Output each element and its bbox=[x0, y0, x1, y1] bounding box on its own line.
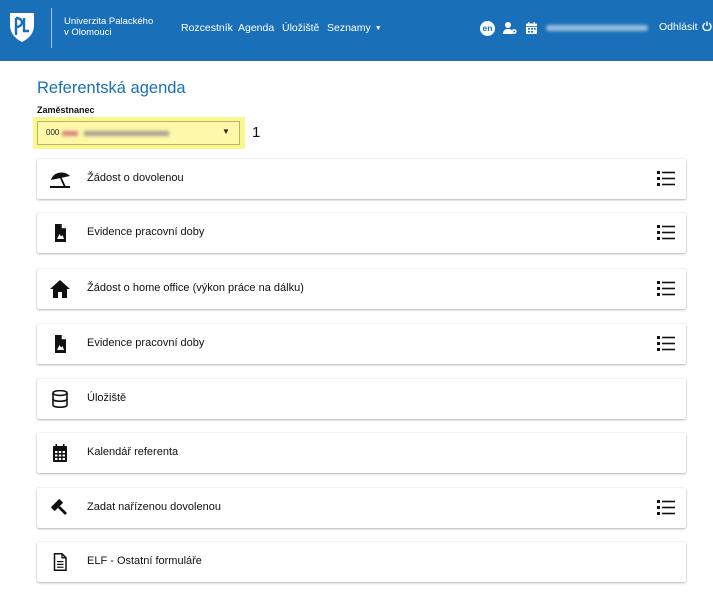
page-title: Referentská agenda bbox=[37, 79, 186, 97]
caret-down-icon: ▼ bbox=[222, 127, 230, 136]
card-label: Evidence pracovní doby bbox=[87, 226, 205, 238]
language-toggle[interactable]: en bbox=[480, 21, 495, 36]
card-label: Zadat nařízenou dovolenou bbox=[87, 501, 221, 513]
card-evidence-pracovni-doby-2[interactable]: Evidence pracovní doby bbox=[37, 324, 686, 364]
card-label: Kalendář referenta bbox=[87, 446, 179, 458]
file-text-icon bbox=[53, 553, 67, 571]
card-label: Úložiště bbox=[87, 392, 127, 404]
card-label: Žádost o dovolenou bbox=[87, 172, 184, 184]
university-name-line2: v Olomouci bbox=[64, 27, 112, 38]
logout-label: Odhlásit bbox=[659, 21, 698, 33]
database-icon bbox=[52, 390, 68, 408]
nav-rozcestnik[interactable]: Rozcestník bbox=[181, 22, 233, 34]
nav-seznamy-label: Seznamy bbox=[327, 22, 371, 34]
card-elf-ostatni-formulare[interactable]: ELF - Ostatní formuláře bbox=[37, 542, 686, 582]
logout-button[interactable]: Odhlásit bbox=[659, 21, 713, 33]
card-label: Evidence pracovní doby bbox=[87, 337, 205, 349]
annotation-number: 1 bbox=[252, 124, 261, 141]
employee-name-redacted bbox=[84, 131, 169, 136]
university-logo[interactable] bbox=[9, 11, 35, 43]
calendar-icon[interactable] bbox=[526, 22, 537, 34]
university-name-line1: Univerzita Palackého bbox=[64, 16, 154, 27]
list-icon[interactable] bbox=[657, 335, 675, 352]
top-bar: Univerzita Palackého v Olomouci Rozcestn… bbox=[0, 0, 713, 61]
list-icon[interactable] bbox=[657, 280, 675, 297]
nav-seznamy-dropdown[interactable]: Seznamy ▼ bbox=[327, 22, 382, 34]
nav-uloziste[interactable]: Úložiště bbox=[282, 22, 319, 34]
card-zadat-narizenou-dovolenou[interactable]: Zadat nařízenou dovolenou bbox=[37, 488, 686, 528]
card-kalendar-referenta[interactable]: Kalendář referenta bbox=[37, 433, 686, 473]
caret-down-icon: ▼ bbox=[374, 25, 382, 32]
list-icon[interactable] bbox=[657, 224, 675, 241]
user-gear-icon[interactable] bbox=[503, 21, 517, 35]
gavel-icon bbox=[51, 499, 68, 516]
employee-label: Zaměstnanec bbox=[37, 105, 95, 115]
calendar-icon bbox=[53, 444, 67, 462]
list-icon[interactable] bbox=[657, 170, 675, 187]
home-icon bbox=[50, 280, 70, 298]
user-name-redacted bbox=[546, 25, 648, 31]
card-home-office[interactable]: Žádost o home office (výkon práce na dál… bbox=[37, 269, 686, 309]
employee-id-redacted bbox=[62, 131, 78, 136]
beach-umbrella-icon bbox=[50, 172, 70, 188]
document-icon bbox=[55, 224, 66, 242]
document-icon bbox=[55, 335, 66, 353]
card-uloziste[interactable]: Úložiště bbox=[37, 379, 686, 419]
card-label: Žádost o home office (výkon práce na dál… bbox=[87, 282, 304, 294]
logo-divider bbox=[51, 8, 52, 48]
university-name[interactable]: Univerzita Palackého v Olomouci bbox=[64, 16, 153, 38]
list-icon[interactable] bbox=[657, 499, 675, 516]
nav-agenda[interactable]: Agenda bbox=[238, 22, 274, 34]
card-zadost-o-dovolenou[interactable]: Žádost o dovolenou bbox=[37, 159, 686, 199]
employee-id-prefix: 000 bbox=[46, 128, 60, 137]
card-evidence-pracovni-doby[interactable]: Evidence pracovní doby bbox=[37, 213, 686, 253]
employee-select[interactable]: 000 ▼ bbox=[37, 121, 240, 145]
power-icon bbox=[702, 21, 713, 32]
card-label: ELF - Ostatní formuláře bbox=[87, 555, 202, 567]
